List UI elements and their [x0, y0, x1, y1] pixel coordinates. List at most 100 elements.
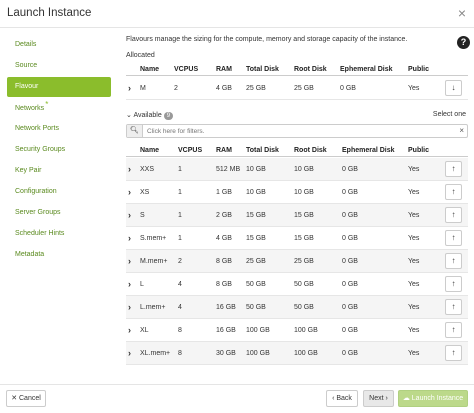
- cell-ram: 30 GB: [216, 350, 236, 357]
- close-icon[interactable]: ×: [458, 5, 466, 21]
- chevron-right-icon[interactable]: ›: [128, 204, 131, 227]
- cell-root-disk: 10 GB: [294, 189, 314, 196]
- allocate-button[interactable]: ↑: [445, 161, 462, 177]
- back-button[interactable]: ‹ Back: [326, 390, 358, 407]
- cell-name: M: [140, 85, 146, 92]
- sidebar-item-flavour[interactable]: Flavour: [7, 77, 111, 97]
- sidebar-item-scheduler-hints[interactable]: Scheduler Hints: [7, 224, 111, 244]
- arrow-up-icon: ↑: [451, 325, 456, 334]
- clear-filter-icon[interactable]: ×: [459, 125, 464, 137]
- allocate-button[interactable]: ↑: [445, 345, 462, 361]
- cloud-upload-icon: ☁: [402, 395, 410, 402]
- filter-input[interactable]: [147, 126, 447, 136]
- sidebar-item-key-pair[interactable]: Key Pair: [7, 161, 111, 181]
- cell-name: M.mem+: [140, 258, 168, 265]
- launch-instance-button[interactable]: ☁ Launch Instance: [398, 390, 468, 407]
- cell-ephemeral: 0 GB: [342, 281, 358, 288]
- cell-ephemeral: 0 GB: [342, 350, 358, 357]
- flavour-description: Flavours manage the sizing for the compu…: [126, 36, 408, 43]
- available-count-badge: 9: [163, 112, 174, 120]
- cell-name: XXS: [140, 166, 155, 173]
- col-public: Public: [408, 147, 430, 154]
- sidebar-item-label: Source: [15, 62, 38, 69]
- cell-ram: 16 GB: [216, 304, 236, 311]
- cancel-button[interactable]: ✕ Cancel: [6, 390, 46, 407]
- cell-total-disk: 50 GB: [246, 304, 266, 311]
- arrow-up-icon: ↑: [451, 210, 456, 219]
- col-ephemeral-disk: Ephemeral Disk: [342, 147, 395, 154]
- cell-public: Yes: [408, 281, 420, 288]
- table-row: › M.mem+ 2 8 GB 25 GB 25 GB 0 GB Yes ↑: [126, 250, 468, 273]
- help-icon[interactable]: ?: [457, 36, 470, 49]
- chevron-right-icon[interactable]: ›: [128, 181, 131, 204]
- chevron-right-icon[interactable]: ›: [128, 250, 131, 273]
- sidebar-item-source[interactable]: Source: [7, 56, 111, 76]
- arrow-up-icon: ↑: [451, 279, 456, 288]
- cell-ephemeral: 0 GB: [342, 258, 358, 265]
- cell-ram: 8 GB: [216, 258, 232, 265]
- allocate-button[interactable]: ↑: [445, 207, 462, 223]
- allocate-button[interactable]: ↑: [445, 230, 462, 246]
- sidebar-item-network-ports[interactable]: Network Ports: [7, 119, 111, 139]
- cell-name: L.mem+: [140, 304, 166, 311]
- sidebar-item-label: Scheduler Hints: [15, 230, 65, 237]
- cell-root-disk: 100 GB: [294, 350, 318, 357]
- cell-name: L: [140, 281, 144, 288]
- chevron-right-icon[interactable]: ›: [128, 296, 131, 319]
- chevron-right-icon[interactable]: ›: [128, 158, 131, 181]
- cell-total-disk: 10 GB: [246, 189, 266, 196]
- available-label: Available: [133, 112, 162, 119]
- available-toggle[interactable]: ⌄ Available 9: [126, 111, 174, 120]
- sidebar-item-metadata[interactable]: Metadata: [7, 245, 111, 265]
- sidebar-item-details[interactable]: Details: [7, 35, 111, 55]
- arrow-up-icon: ↑: [451, 233, 456, 242]
- cell-root-disk: 25 GB: [294, 258, 314, 265]
- cell-vcpus: 4: [178, 281, 182, 288]
- search-icon: 🔍︎: [127, 125, 143, 137]
- sidebar-item-server-groups[interactable]: Server Groups: [7, 203, 111, 223]
- sidebar-item-networks[interactable]: Networks*: [7, 98, 111, 118]
- chevron-right-icon[interactable]: ›: [128, 273, 131, 296]
- cell-ephemeral: 0 GB: [340, 85, 356, 92]
- cell-ram: 2 GB: [216, 212, 232, 219]
- allocate-button[interactable]: ↑: [445, 299, 462, 315]
- cell-ram: 4 GB: [216, 235, 232, 242]
- deallocate-button[interactable]: ↓: [445, 80, 462, 96]
- flavour-panel: Flavours manage the sizing for the compu…: [126, 28, 474, 380]
- allocated-row: › M 2 4 GB 25 GB 25 GB 0 GB Yes ↓: [126, 77, 468, 100]
- cell-ram: 4 GB: [216, 85, 232, 92]
- cell-public: Yes: [408, 327, 420, 334]
- allocate-button[interactable]: ↑: [445, 322, 462, 338]
- cell-root-disk: 50 GB: [294, 304, 314, 311]
- col-root-disk: Root Disk: [294, 66, 327, 73]
- chevron-right-icon[interactable]: ›: [128, 77, 131, 100]
- cell-vcpus: 1: [178, 212, 182, 219]
- col-public: Public: [408, 66, 430, 73]
- sidebar-item-label: Server Groups: [15, 209, 61, 216]
- sidebar-item-configuration[interactable]: Configuration: [7, 182, 111, 202]
- chevron-right-icon[interactable]: ›: [128, 319, 131, 342]
- cell-vcpus: 8: [178, 350, 182, 357]
- sidebar-item-label: Security Groups: [15, 146, 66, 153]
- chevron-down-icon: ⌄: [126, 112, 132, 119]
- allocate-button[interactable]: ↑: [445, 253, 462, 269]
- sidebar-item-label: Metadata: [15, 251, 45, 258]
- cell-root-disk: 50 GB: [294, 281, 314, 288]
- arrow-up-icon: ↑: [451, 348, 456, 357]
- cell-public: Yes: [408, 350, 420, 357]
- cell-public: Yes: [408, 166, 420, 173]
- arrow-down-icon: ↓: [451, 83, 456, 92]
- allocate-button[interactable]: ↑: [445, 184, 462, 200]
- col-total-disk: Total Disk: [246, 66, 279, 73]
- allocate-button[interactable]: ↑: [445, 276, 462, 292]
- cell-ram: 16 GB: [216, 327, 236, 334]
- cell-ephemeral: 0 GB: [342, 235, 358, 242]
- chevron-right-icon[interactable]: ›: [128, 342, 131, 365]
- col-ram: RAM: [216, 66, 232, 73]
- sidebar-item-security-groups[interactable]: Security Groups: [7, 140, 111, 160]
- next-button[interactable]: Next ›: [363, 390, 394, 407]
- cell-total-disk: 100 GB: [246, 350, 270, 357]
- chevron-right-icon[interactable]: ›: [128, 227, 131, 250]
- cell-ephemeral: 0 GB: [342, 189, 358, 196]
- cell-total-disk: 50 GB: [246, 281, 266, 288]
